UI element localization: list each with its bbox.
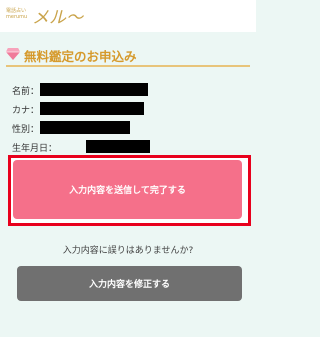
section-header: 無料鑑定のお申込み <box>6 46 250 64</box>
section-divider <box>6 65 250 67</box>
redacted-value <box>40 121 130 134</box>
redacted-value <box>40 102 144 115</box>
submit-button[interactable]: 入力内容を送信して完了する <box>13 160 242 219</box>
section-title: 無料鑑定のお申込み <box>24 49 137 64</box>
logo-tagline: 電話占い merumu <box>6 8 27 20</box>
redacted-value <box>86 140 150 153</box>
field-kana-label: カナ： <box>12 106 40 116</box>
logo[interactable]: メル〜 <box>32 3 83 28</box>
redacted-value <box>40 83 148 96</box>
logo-tagline-text: 電話占い merumu <box>6 8 28 20</box>
confirm-question: 入力内容に誤りはありませんか? <box>62 246 194 256</box>
gem-icon <box>6 48 20 60</box>
field-gender-label: 性別： <box>12 125 40 135</box>
field-birthdate-label: 生年月日： <box>12 144 58 154</box>
edit-button[interactable]: 入力内容を修正する <box>17 266 242 301</box>
field-name-label: 名前： <box>12 87 40 97</box>
site-header: 電話占い merumu メル〜 <box>0 0 256 32</box>
